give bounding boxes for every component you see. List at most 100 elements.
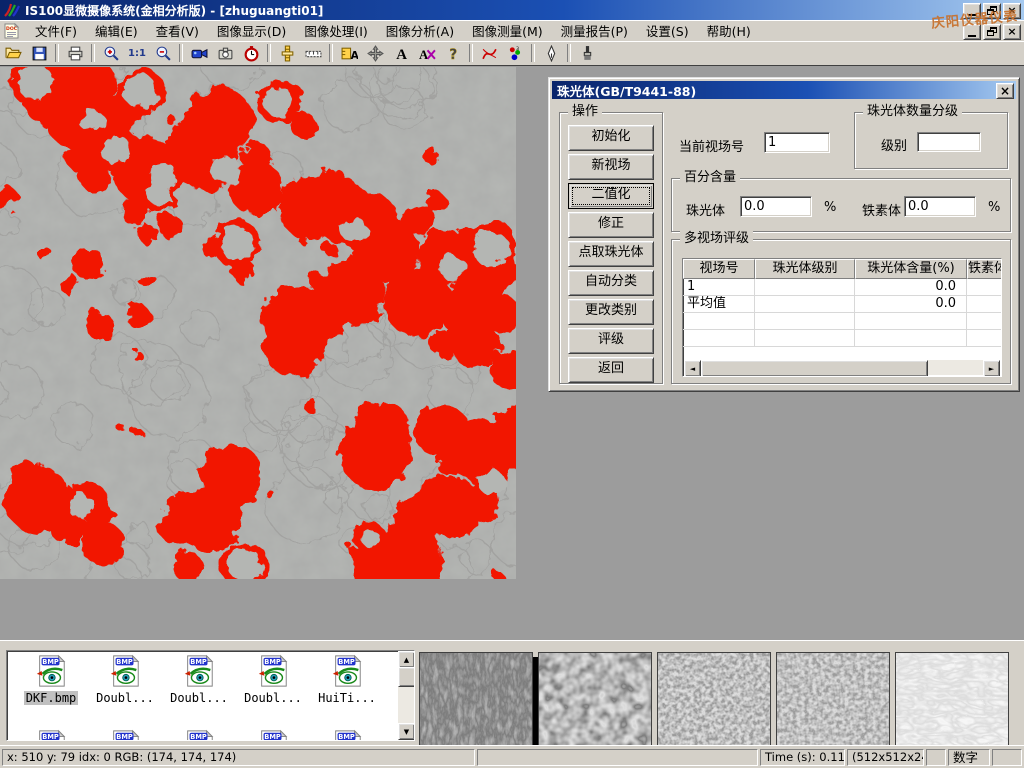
rating-table[interactable]: 视场号 珠光体级别 珠光体含量(%) 铁素体含量(%) 1 0.0 平均值	[682, 258, 1002, 377]
table-row[interactable]: 平均值 0.0	[683, 296, 1001, 313]
brush-tool-button[interactable]	[575, 43, 599, 64]
move-tool-button[interactable]	[363, 43, 387, 64]
thumbnail-2[interactable]	[538, 652, 652, 747]
menu-file[interactable]: 文件(F)	[26, 19, 86, 42]
toolbar-separator	[469, 44, 473, 62]
help-button[interactable]: ?	[441, 43, 465, 64]
dialog-close-button[interactable]: ×	[996, 83, 1014, 99]
file-list-scrollbar[interactable]: ▲ ▼	[398, 651, 414, 740]
scroll-down-icon[interactable]: ▼	[398, 723, 415, 740]
menu-image-processing[interactable]: 图像处理(I)	[295, 19, 376, 42]
zoom-out-button[interactable]	[151, 43, 175, 64]
file-item[interactable]: DKF.bmp	[15, 654, 87, 705]
ruler-button[interactable]	[301, 43, 325, 64]
menu-image-measure[interactable]: 图像测量(M)	[463, 19, 552, 42]
thumbnail-4[interactable]	[776, 652, 890, 747]
thumbnail-1[interactable]	[419, 652, 533, 747]
floppy-icon	[31, 45, 48, 62]
cell-content: 0.0	[855, 279, 967, 295]
curve-tool-button[interactable]	[477, 43, 501, 64]
header-field-no[interactable]: 视场号	[683, 259, 755, 279]
menu-view[interactable]: 查看(V)	[147, 19, 208, 42]
bmp-file-icon	[108, 654, 142, 688]
file-item[interactable]	[15, 729, 87, 741]
menu-image-analysis[interactable]: 图像分析(A)	[377, 19, 463, 42]
print-button[interactable]	[63, 43, 87, 64]
curve-icon	[481, 45, 498, 62]
scroll-left-icon[interactable]: ◄	[684, 360, 701, 377]
file-item[interactable]: Doubl...	[237, 654, 309, 705]
text-tool-button[interactable]: A	[389, 43, 413, 64]
return-button[interactable]: 返回	[568, 357, 654, 383]
scroll-up-icon[interactable]: ▲	[398, 651, 415, 668]
scrollbar-thumb[interactable]	[701, 360, 928, 377]
actual-size-button[interactable]: 1:1	[125, 43, 149, 64]
auto-classify-button[interactable]: 自动分类	[568, 270, 654, 296]
file-name[interactable]: Doubl...	[168, 691, 230, 705]
file-item[interactable]: Doubl...	[163, 654, 235, 705]
document-icon[interactable]: DOC	[4, 23, 20, 39]
svg-text:A: A	[419, 47, 429, 61]
timer-button[interactable]	[239, 43, 263, 64]
mdi-close-button[interactable]: ×	[1003, 24, 1021, 40]
init-button[interactable]: 初始化	[568, 125, 654, 151]
new-field-button[interactable]: 新视场	[568, 154, 654, 180]
file-listbox[interactable]: DKF.bmp Doubl... Doubl... Doubl... HuiTi…	[6, 650, 415, 741]
open-file-button[interactable]	[1, 43, 25, 64]
stopwatch-icon	[243, 45, 260, 62]
pen-tool-button[interactable]	[539, 43, 563, 64]
file-name[interactable]: HuiTi...	[316, 691, 378, 705]
zoom-out-icon	[155, 45, 172, 62]
svg-text:A: A	[396, 46, 407, 61]
menu-edit[interactable]: 编辑(E)	[86, 19, 147, 42]
dialog-title: 珠光体(GB/T9441-88)	[557, 81, 696, 100]
toolbar: 1:1	[0, 41, 1024, 66]
delete-text-button[interactable]: A	[415, 43, 439, 64]
camera-capture-button[interactable]	[213, 43, 237, 64]
correct-button[interactable]: 修正	[568, 212, 654, 238]
svg-text:?: ?	[449, 46, 457, 61]
file-item[interactable]	[89, 729, 161, 741]
menu-image-display[interactable]: 图像显示(D)	[208, 19, 295, 42]
dialog-title-bar[interactable]: 珠光体(GB/T9441-88) ×	[552, 81, 1016, 99]
status-dimensions: (512x512x24)	[847, 749, 924, 766]
caliper-button[interactable]	[275, 43, 299, 64]
bmp-file-icon	[34, 729, 68, 741]
bmp-file-icon	[182, 729, 216, 741]
video-capture-button[interactable]	[187, 43, 211, 64]
ferrite-percent-input[interactable]	[904, 196, 976, 217]
header-ferrite-content[interactable]: 铁素体含量(%)	[967, 259, 1002, 279]
zoom-in-button[interactable]	[99, 43, 123, 64]
header-pearlite-content[interactable]: 珠光体含量(%)	[855, 259, 967, 279]
specimen-image[interactable]	[0, 67, 516, 579]
thumbnail-5[interactable]	[895, 652, 1009, 747]
save-button[interactable]	[27, 43, 51, 64]
file-name[interactable]: DKF.bmp	[24, 691, 79, 705]
file-name[interactable]: Doubl...	[242, 691, 304, 705]
table-row[interactable]: 1 0.0	[683, 279, 1001, 296]
rate-button[interactable]: 评级	[568, 328, 654, 354]
file-item[interactable]	[311, 729, 383, 741]
menu-measure-report[interactable]: 测量报告(P)	[552, 19, 637, 42]
file-item[interactable]	[237, 729, 309, 741]
binarize-button[interactable]: 二值化	[568, 183, 654, 209]
scrollbar-thumb[interactable]	[398, 667, 415, 687]
toolbar-separator	[91, 44, 95, 62]
file-item[interactable]: HuiTi...	[311, 654, 383, 705]
header-pearlite-grade[interactable]: 珠光体级别	[755, 259, 855, 279]
menu-help[interactable]: 帮助(H)	[698, 19, 760, 42]
level-input[interactable]	[917, 132, 981, 152]
pick-pearlite-button[interactable]: 点取珠光体	[568, 241, 654, 267]
measure-label-button[interactable]: A	[337, 43, 361, 64]
scroll-right-icon[interactable]: ►	[983, 360, 1000, 377]
change-class-button[interactable]: 更改类别	[568, 299, 654, 325]
file-name[interactable]: Doubl...	[94, 691, 156, 705]
current-field-input[interactable]	[764, 132, 830, 153]
file-item[interactable]	[163, 729, 235, 741]
count-points-button[interactable]: 3	[503, 43, 527, 64]
thumbnail-3[interactable]	[657, 652, 771, 747]
pearlite-percent-input[interactable]	[740, 196, 812, 217]
menu-settings[interactable]: 设置(S)	[637, 19, 698, 42]
file-item[interactable]: Doubl...	[89, 654, 161, 705]
table-horizontal-scrollbar[interactable]: ◄ ►	[684, 360, 1000, 375]
